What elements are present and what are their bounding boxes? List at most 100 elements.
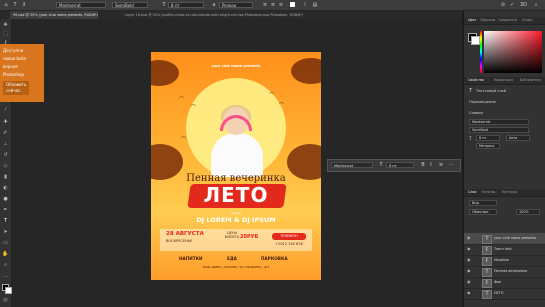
- tab-properties[interactable]: Свойства: [468, 77, 484, 84]
- history-brush-tool-icon[interactable]: ↺: [2, 152, 9, 159]
- align-center-icon[interactable]: ≡: [270, 2, 276, 8]
- poster-phone-label: ТЕЛЕФОН: [272, 233, 306, 240]
- quick-mask-icon[interactable]: ◎: [2, 297, 9, 304]
- tab-document-2[interactable]: Layer 16.psb @ 50% (profile-photo-of-cut…: [122, 11, 340, 19]
- type-tool-icon[interactable]: T: [12, 2, 18, 8]
- character-section[interactable]: Символ: [469, 111, 483, 115]
- eraser-tool-icon[interactable]: ◇: [2, 163, 9, 170]
- layers-panel-tabs: Слои Каналы Контуры: [464, 189, 545, 197]
- props-metrics-field[interactable]: Метрика: [476, 143, 500, 149]
- commit-icon[interactable]: ✓: [509, 2, 515, 8]
- 3d-icon[interactable]: 3D: [520, 2, 527, 8]
- warp-text-icon[interactable]: ⌇: [302, 2, 308, 8]
- poster-canvas[interactable]: ⌒ ⌒ ⌒ ⌒ ⌒ your club name presents Пенная…: [151, 52, 321, 280]
- layer-thumbnail: T: [482, 268, 492, 277]
- color-picker-field[interactable]: [484, 31, 542, 73]
- person-body: [211, 133, 263, 177]
- cancel-icon[interactable]: ⊘: [500, 2, 506, 8]
- hand-tool-icon[interactable]: ✋: [2, 251, 9, 258]
- floating-character-panel[interactable]: Montserrat T 8 пт B I ≡ ⋯: [327, 159, 461, 172]
- color-panel-tabs: Цвет Образцы Градиенты Узоры: [464, 17, 545, 25]
- layer-name: your club name presents: [494, 236, 537, 240]
- tab-document-1[interactable]: 99.psd @ 25% (your club name presents, R…: [10, 11, 98, 19]
- stamp-tool-icon[interactable]: ⊥: [2, 141, 9, 148]
- text-color-swatch[interactable]: [290, 2, 295, 7]
- tab-adjustments[interactable]: Коррекция: [494, 77, 513, 84]
- background-swatch[interactable]: [471, 36, 480, 45]
- layer-name: Текст leto: [494, 247, 512, 251]
- layer-filter-select[interactable]: Вид: [469, 200, 497, 206]
- tab-gradients[interactable]: Градиенты: [498, 17, 517, 24]
- tab-paths[interactable]: Контуры: [502, 189, 517, 196]
- char-bold-icon[interactable]: B: [420, 162, 426, 168]
- orientation-icon[interactable]: ↕: [21, 2, 27, 8]
- blur-tool-icon[interactable]: ◐: [2, 185, 9, 192]
- char-size-select[interactable]: 8 пт: [386, 162, 414, 168]
- layer-row[interactable]: ◉ T ЛЕТО: [464, 288, 545, 300]
- tab-swatches[interactable]: Образцы: [480, 17, 495, 24]
- align-right-icon[interactable]: ≡: [278, 2, 284, 8]
- poster-day: ВОСКРЕСЕНЬЕ: [166, 239, 193, 243]
- tab-libraries[interactable]: Библиотеки: [520, 77, 541, 84]
- font-family-select[interactable]: Montserrat: [56, 2, 106, 8]
- move-tool-icon[interactable]: ✥: [2, 22, 9, 29]
- eye-icon[interactable]: ◉: [467, 247, 471, 251]
- char-more-icon[interactable]: ⋯: [448, 162, 454, 168]
- path-select-tool-icon[interactable]: ➤: [2, 229, 9, 236]
- poster-djs: DJ LOREM & DJ IPSUM: [196, 216, 276, 224]
- shape-tool-icon[interactable]: ▭: [2, 240, 9, 247]
- char-italic-icon[interactable]: I: [428, 162, 434, 168]
- eyedropper-tool-icon[interactable]: ⁄: [2, 107, 9, 114]
- eye-icon[interactable]: ◉: [467, 280, 471, 284]
- eye-icon[interactable]: ◉: [467, 269, 471, 273]
- layer-thumbnail: T: [482, 235, 492, 244]
- gradient-tool-icon[interactable]: ▮: [2, 174, 9, 181]
- update-now-button[interactable]: Обновить сейчас.: [3, 81, 29, 95]
- eye-icon[interactable]: ◉: [467, 258, 471, 262]
- search-icon[interactable]: ⌕: [533, 2, 539, 8]
- update-notification: Доступна новая beta- версия Photoshop. О…: [0, 44, 44, 102]
- character-panel-icon[interactable]: ▤: [312, 2, 318, 8]
- props-tracking-field[interactable]: Авто: [506, 135, 530, 141]
- anti-alias-select[interactable]: Резкое: [219, 2, 253, 8]
- eye-icon[interactable]: ◉: [467, 291, 471, 295]
- anti-alias-icon: a: [212, 2, 216, 8]
- tab-layers[interactable]: Слои: [468, 189, 477, 196]
- props-font-select[interactable]: Montserrat: [469, 119, 529, 125]
- font-style-select[interactable]: SemiBold: [112, 2, 148, 8]
- type-layer-label: Текстовый слой: [476, 89, 507, 93]
- zoom-tool-icon[interactable]: ⌕: [2, 262, 9, 269]
- eye-icon[interactable]: ◉: [467, 236, 471, 240]
- tab-color[interactable]: Цвет: [468, 17, 476, 24]
- background-color-swatch[interactable]: [5, 287, 12, 294]
- hue-slider[interactable]: [480, 31, 482, 73]
- props-style-select[interactable]: SemiBold: [469, 127, 529, 133]
- poster-feature: ПАРКОВКА: [261, 256, 288, 261]
- bird-icon: ⌒: [269, 93, 275, 99]
- options-bar: ⌂ T ↕ Montserrat SemiBold T 8 пт a Резко…: [0, 0, 545, 11]
- poster-price: 20РУБ: [240, 234, 259, 240]
- props-size-field[interactable]: 8 пт: [476, 135, 500, 141]
- pen-tool-icon[interactable]: ✒: [2, 207, 9, 214]
- font-size-select[interactable]: 8 пт: [168, 2, 204, 8]
- char-size-icon: T: [379, 162, 383, 168]
- more-tools-icon[interactable]: …: [2, 273, 9, 280]
- home-icon[interactable]: ⌂: [3, 2, 9, 8]
- tab-channels[interactable]: Каналы: [482, 189, 495, 196]
- woman-with-headphones-photo: [211, 105, 263, 177]
- char-align-icon[interactable]: ≡: [438, 162, 444, 168]
- opacity-field[interactable]: 100%: [516, 209, 540, 215]
- healing-tool-icon[interactable]: ✚: [2, 119, 9, 126]
- notification-line: Photoshop.: [3, 72, 26, 77]
- align-left-icon[interactable]: ≡: [262, 2, 268, 8]
- char-font-select[interactable]: Montserrat: [331, 162, 373, 168]
- brush-tool-icon[interactable]: ✐: [2, 130, 9, 137]
- tab-patterns[interactable]: Узоры: [522, 17, 532, 24]
- dodge-tool-icon[interactable]: ●: [2, 196, 9, 203]
- type-tool-icon[interactable]: T: [2, 218, 9, 225]
- layer-thumbnail: F: [482, 246, 492, 255]
- marquee-tool-icon[interactable]: ⬚: [2, 31, 9, 38]
- blend-mode-select[interactable]: Обычные: [469, 209, 497, 215]
- transform-section[interactable]: Перемещение: [469, 100, 496, 104]
- poster-info-box: 28 АВГУСТА ВОСКРЕСЕНЬЕ ЦЕНА БИЛЕТА 20РУБ…: [160, 229, 312, 251]
